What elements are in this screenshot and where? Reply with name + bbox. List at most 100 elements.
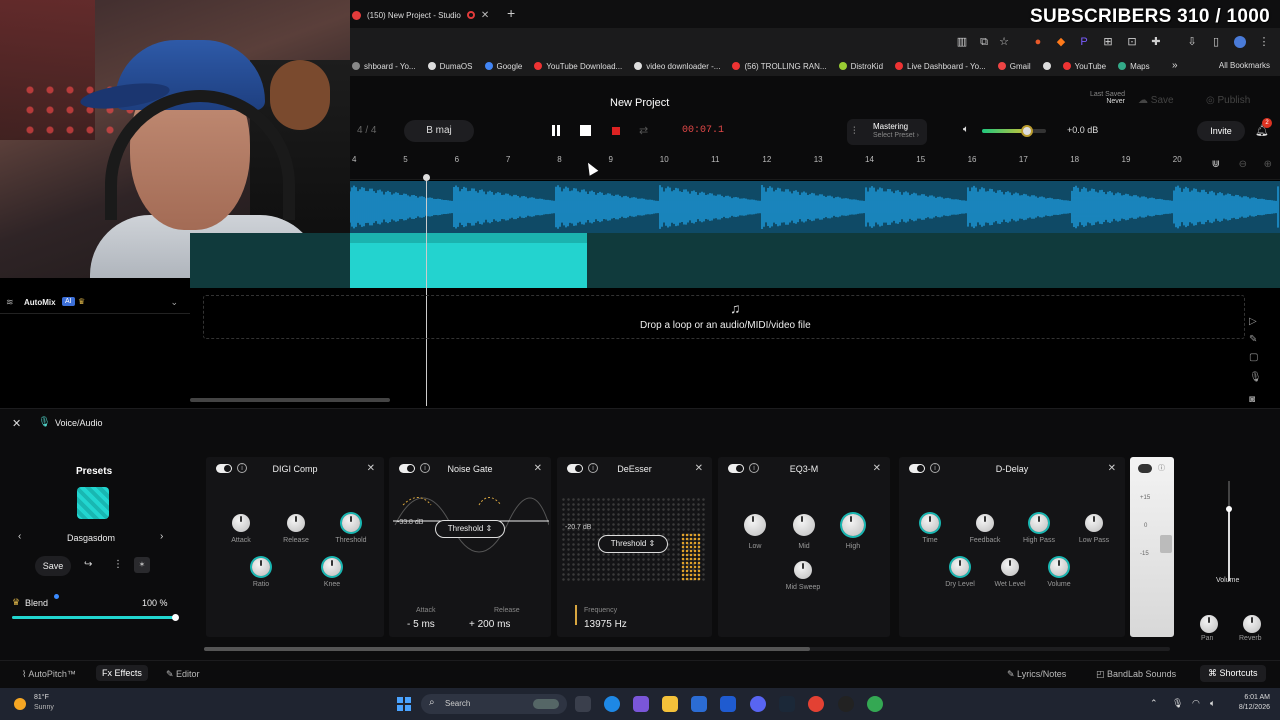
more-icon[interactable]: ⋮ [113, 559, 123, 570]
volume-icon[interactable]: 🔈︎ [1210, 698, 1215, 709]
windows-start-icon[interactable] [397, 697, 411, 711]
speaker-icon[interactable]: 🔈︎ [963, 124, 969, 135]
bookmark-item[interactable]: YouTube Download... [534, 62, 622, 71]
clock-date[interactable]: 8/12/2026 [1226, 704, 1270, 711]
threshold-knob[interactable] [342, 514, 360, 532]
edge-icon[interactable] [604, 696, 620, 712]
chrome-profile-icon[interactable] [867, 696, 883, 712]
microphone-icon[interactable]: 🎙︎ [1249, 372, 1262, 383]
mid-knob[interactable] [793, 514, 815, 536]
side-panel-icon[interactable]: ▯ [1210, 36, 1222, 48]
low-pass-knob[interactable] [1085, 514, 1103, 532]
volume-knob[interactable] [1050, 558, 1068, 576]
knee-knob[interactable] [323, 558, 341, 576]
zoom-out-icon[interactable]: ⊖ [1239, 159, 1247, 170]
effects-tab[interactable]: Fx Effects [96, 665, 148, 681]
all-bookmarks[interactable]: All Bookmarks [1219, 61, 1270, 70]
effects-scrollbar-thumb[interactable] [204, 647, 810, 651]
info-icon[interactable]: ⓘ [1158, 463, 1165, 473]
high-pass-knob[interactable] [1030, 514, 1048, 532]
mid-sweep-knob[interactable] [794, 561, 812, 579]
loop-icon[interactable]: ⇄ [639, 124, 653, 138]
publish-button[interactable]: ◎ Publish [1206, 91, 1276, 111]
camera-icon[interactable]: ◙ [1249, 394, 1255, 405]
high-knob[interactable] [842, 514, 864, 536]
master-volume-slider[interactable] [982, 125, 1046, 137]
close-icon[interactable]: ✕ [873, 463, 881, 474]
play-icon[interactable]: ▷ [1249, 316, 1257, 327]
outlook-icon[interactable] [691, 696, 707, 712]
new-tab-button[interactable]: + [507, 5, 515, 21]
edit-icon[interactable]: ✎ [1249, 334, 1257, 345]
channel-volume-handle[interactable] [1226, 506, 1232, 512]
preset-thumbnail[interactable] [77, 487, 109, 519]
chat-icon[interactable]: ▢ [1249, 352, 1258, 363]
close-icon[interactable]: ✕ [367, 463, 375, 474]
shortcuts-button[interactable]: ⌘ Shortcuts [1200, 665, 1266, 682]
pan-knob[interactable] [1200, 615, 1218, 633]
stop-icon[interactable] [579, 124, 593, 138]
magnet-icon[interactable]: ⋓ [1212, 159, 1220, 170]
extension-icon[interactable]: P [1078, 36, 1090, 48]
midi-track-region[interactable] [190, 233, 1280, 288]
drop-zone[interactable] [203, 295, 1245, 339]
bookmark-item[interactable]: DumaOS [427, 62, 473, 71]
blend-slider[interactable] [12, 614, 179, 621]
extension-icon[interactable]: ⊡ [1126, 36, 1138, 48]
chevron-down-icon[interactable]: ⌄ [170, 297, 178, 308]
effect-toggle[interactable] [1138, 464, 1152, 473]
master-volume-handle[interactable] [1020, 125, 1033, 137]
bookmark-item[interactable]: video downloader -... [634, 62, 720, 71]
timeline-ruler[interactable]: 4 5 6 7 8 9 10 11 12 13 14 15 16 17 18 19 20 ⋓ ⊖ ⊕ [350, 152, 1280, 180]
extension-icon[interactable]: ● [1032, 36, 1044, 48]
profile-avatar[interactable] [1234, 36, 1246, 48]
close-tab-icon[interactable]: ✕ [481, 10, 489, 21]
project-title[interactable]: New Project [610, 97, 669, 109]
download-icon[interactable]: ⇩ [1186, 36, 1198, 48]
release-knob[interactable] [287, 514, 305, 532]
close-icon[interactable]: ✕ [534, 463, 542, 474]
bookmark-item[interactable]: Gmail [997, 62, 1031, 71]
steam-icon[interactable] [779, 696, 795, 712]
bookmark-star-icon[interactable]: ☆ [998, 36, 1010, 48]
invite-button[interactable]: Invite [1197, 121, 1245, 141]
bookmark-item[interactable]: (56) TROLLING RAN... [732, 62, 827, 71]
low-knob[interactable] [744, 514, 766, 536]
bookmarks-overflow[interactable]: » [1172, 60, 1178, 71]
blend-slider-handle[interactable] [172, 614, 179, 621]
share-icon[interactable]: ↪ [84, 559, 92, 570]
attack-knob[interactable] [232, 514, 250, 532]
pause-icon[interactable] [549, 124, 563, 138]
cast-icon[interactable]: ⧉ [978, 36, 990, 48]
close-icon[interactable]: ✕ [1108, 463, 1116, 474]
preset-save-button[interactable]: Save [35, 556, 71, 576]
attack-value[interactable]: - 5 ms [407, 619, 435, 630]
time-signature[interactable]: 4 / 4 [357, 125, 376, 136]
bell-icon[interactable]: 🔔︎ 2 [1255, 118, 1272, 137]
time-knob[interactable] [921, 514, 939, 532]
bookmark-item[interactable]: shboard - Yo... [352, 62, 416, 71]
reader-icon[interactable]: ▥ [956, 36, 968, 48]
weather-temperature[interactable]: 81°F [34, 694, 49, 701]
store-icon[interactable] [720, 696, 736, 712]
sun-icon[interactable] [14, 698, 26, 710]
mastering-button[interactable]: ⫶ Mastering Select Preset › [847, 119, 927, 145]
microphone-icon[interactable]: 🎙︎ [1172, 698, 1183, 709]
automix-row[interactable]: ≋ AutoMix AI ♛ ⌄ [0, 292, 190, 314]
bookmark-item[interactable]: YouTube [1062, 62, 1106, 71]
task-view-icon[interactable] [575, 696, 591, 712]
chevron-right-icon[interactable]: › [160, 531, 163, 542]
bookmark-item[interactable]: DistroKid [838, 62, 883, 71]
key-selector[interactable]: B maj [404, 120, 474, 142]
extensions-puzzle-icon[interactable]: ✚ [1150, 36, 1162, 48]
record-icon[interactable] [609, 124, 623, 138]
browser-menu-icon[interactable]: ⋮ [1258, 36, 1270, 48]
clock-time[interactable]: 6:01 AM [1236, 694, 1270, 701]
zoom-in-icon[interactable]: ⊕ [1264, 159, 1272, 170]
wifi-icon[interactable]: ◠ [1192, 698, 1200, 709]
close-icon[interactable]: ✕ [695, 463, 703, 474]
lyrics-notes-tab[interactable]: ✎ Lyrics/Notes [1007, 669, 1066, 680]
effects-scrollbar[interactable] [204, 647, 1170, 651]
browser-tab[interactable]: (150) New Project - Studio ✕ [350, 2, 500, 28]
extension-icon[interactable]: ◆ [1055, 36, 1067, 48]
